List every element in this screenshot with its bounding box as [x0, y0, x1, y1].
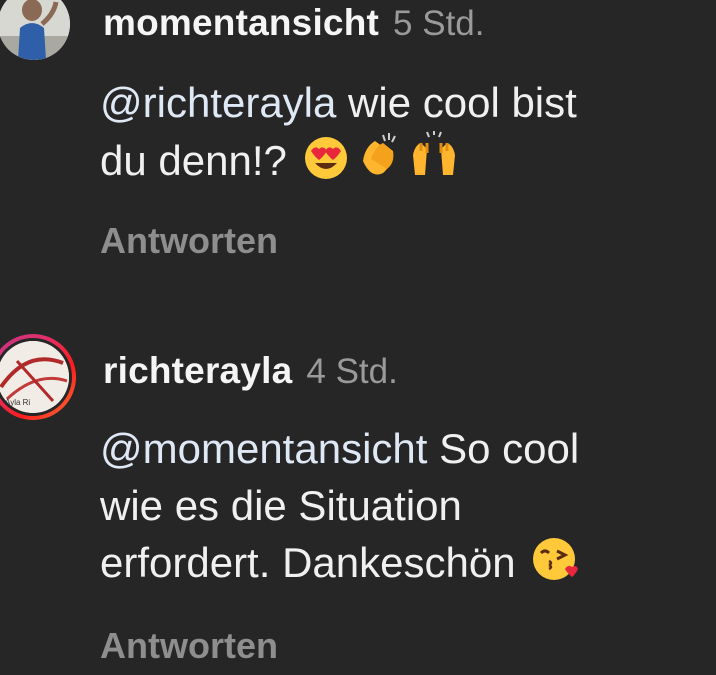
avatar-story-ring[interactable]: Ayla Ri [0, 334, 76, 420]
timestamp: 5 Std. [393, 4, 485, 43]
comment-header: richterayla 4 Std. [103, 350, 398, 392]
comment-text-line2: du denn!? [100, 137, 287, 184]
mention-link[interactable]: @momentansicht [100, 425, 427, 472]
avatar[interactable] [0, 0, 70, 60]
reply-button[interactable]: Antworten [100, 625, 278, 667]
raising-hands-emoji-icon [407, 131, 461, 195]
comment-text-line1: wie cool bist [336, 79, 577, 126]
svg-text:Ayla Ri: Ayla Ri [5, 398, 30, 407]
heart-eyes-emoji-icon [303, 135, 349, 195]
profile-logo-icon: Ayla Ri [0, 341, 69, 413]
comment-text: @momentansicht So cool wie es die Situat… [100, 420, 710, 597]
comment-text-line2: wie es die Situation [100, 482, 462, 529]
comment-header: momentansicht 5 Std. [103, 2, 485, 44]
comment-text: @richterayla wie cool bist du denn!? [100, 74, 710, 195]
mention-link[interactable]: @richterayla [100, 79, 336, 126]
username[interactable]: momentansicht [103, 2, 379, 43]
clapping-hands-emoji-icon [353, 131, 403, 195]
comment-text-line3: erfordert. Dankeschön [100, 539, 516, 586]
username[interactable]: richterayla [103, 350, 292, 391]
profile-photo-icon [0, 0, 70, 60]
comment-text-line1: So cool [427, 425, 580, 472]
reply-button[interactable]: Antworten [100, 220, 278, 262]
kissing-heart-emoji-icon [531, 535, 579, 597]
timestamp: 4 Std. [306, 352, 398, 391]
